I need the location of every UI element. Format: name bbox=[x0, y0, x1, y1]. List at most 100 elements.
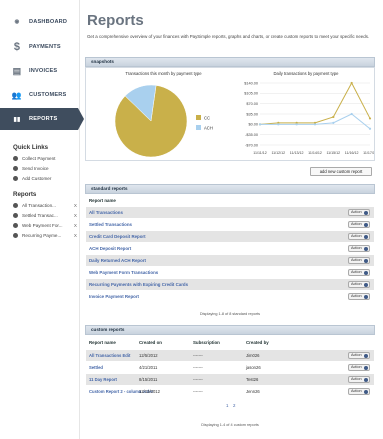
action-button[interactable]: Action bbox=[348, 245, 370, 252]
nav-dashboard[interactable]: ◉ DASHBOARD bbox=[0, 11, 78, 33]
x-tick-label: 11/14/12 bbox=[308, 151, 322, 155]
table-row[interactable]: Settled Transactions Action bbox=[86, 219, 374, 230]
close-icon[interactable]: X bbox=[74, 223, 77, 228]
quick-link-send-invoice[interactable]: Send Invoice bbox=[13, 166, 77, 171]
table-row[interactable]: Custom Report 2 - column order 12/13/2012… bbox=[86, 386, 374, 397]
chevron-down-icon bbox=[364, 247, 368, 251]
pager-page-2[interactable]: 2 bbox=[233, 403, 235, 408]
chevron-down-icon bbox=[364, 235, 368, 239]
nav-payments[interactable]: $ PAYMENTS bbox=[0, 36, 78, 58]
data-point-ach bbox=[368, 127, 372, 130]
side-report-label: Recurring Payme... bbox=[22, 233, 62, 238]
custom-report-name-link[interactable]: All Transactions Edit bbox=[89, 353, 130, 358]
line-chart-title: Daily transactions by payment type bbox=[273, 71, 339, 76]
created-by-cell: jason26 bbox=[246, 365, 261, 370]
side-report-label: All Transaction... bbox=[22, 203, 56, 208]
table-row[interactable]: All Transactions Edit 12/5/2012 ------- Jim… bbox=[86, 350, 374, 361]
side-report-item[interactable]: Recurring Payme... X bbox=[13, 233, 77, 238]
bullet-icon bbox=[13, 156, 18, 161]
action-button[interactable]: Action bbox=[348, 388, 370, 395]
data-point-ach bbox=[313, 123, 317, 126]
close-icon[interactable]: X bbox=[74, 213, 77, 218]
custom-reports-header: custom reports bbox=[85, 325, 375, 335]
report-name-link[interactable]: Web Payment Form Transactions bbox=[89, 270, 158, 275]
quick-link-label: Add Customer bbox=[22, 176, 52, 181]
quick-link-collect-payment[interactable]: Collect Payment bbox=[13, 156, 77, 161]
data-point-cc bbox=[368, 117, 372, 120]
dashboard-icon: ◉ bbox=[14, 19, 20, 25]
report-name-link[interactable]: Credit Card Deposit Report bbox=[89, 234, 146, 239]
action-button[interactable]: Action bbox=[348, 293, 370, 300]
action-label: Action bbox=[351, 222, 362, 226]
custom-report-name-link[interactable]: 11 Day Report bbox=[89, 377, 117, 382]
quick-link-add-customer[interactable]: Add Customer bbox=[13, 176, 77, 181]
custom-report-name-link[interactable]: Settled bbox=[89, 365, 103, 370]
side-report-item[interactable]: Settled Transac... X bbox=[13, 213, 77, 218]
action-button[interactable]: Action bbox=[348, 376, 370, 383]
report-name-link[interactable]: Invoice Payment Report bbox=[89, 294, 139, 299]
table-row[interactable]: Recurring Payments with Expiring Credit … bbox=[86, 279, 374, 290]
side-report-label: Settled Transac... bbox=[22, 213, 58, 218]
table-row[interactable]: Credit Card Deposit Report Action bbox=[86, 231, 374, 242]
chevron-down-icon bbox=[364, 378, 368, 382]
add-custom-report-button[interactable]: add new custom report bbox=[310, 167, 372, 176]
table-row[interactable]: ACH Deposit Report Action bbox=[86, 243, 374, 254]
side-report-item[interactable]: All Transaction... X bbox=[13, 203, 77, 208]
action-button[interactable]: Action bbox=[348, 209, 370, 216]
y-tick-label: $140.00 bbox=[244, 81, 258, 85]
created-by-cell: Test26 bbox=[246, 377, 259, 382]
action-label: Action bbox=[351, 282, 362, 286]
x-tick-label: 11/15/12 bbox=[326, 151, 340, 155]
side-report-label: Web Payment For... bbox=[22, 223, 63, 228]
action-button[interactable]: Action bbox=[348, 257, 370, 264]
nav-reports-label: REPORTS bbox=[29, 116, 58, 122]
bullet-icon bbox=[13, 203, 18, 208]
chevron-down-icon bbox=[364, 271, 368, 275]
table-row[interactable]: 11 Day Report 8/15/2011 ------- Test26 Actio… bbox=[86, 374, 374, 385]
x-tick-label: 11/12/12 bbox=[271, 151, 285, 155]
report-name-link[interactable]: Daily Returned ACH Report bbox=[89, 258, 146, 263]
y-tick-label: $35.00 bbox=[246, 112, 258, 116]
page-title: Reports bbox=[87, 12, 144, 29]
action-button[interactable]: Action bbox=[348, 281, 370, 288]
close-icon[interactable]: X bbox=[74, 203, 77, 208]
invoice-icon: ▤ bbox=[12, 65, 22, 76]
report-name-link[interactable]: ACH Deposit Report bbox=[89, 246, 131, 251]
nav-customers-label: CUSTOMERS bbox=[29, 92, 67, 98]
action-button[interactable]: Action bbox=[348, 221, 370, 228]
report-name-link[interactable]: Recurring Payments with Expiring Credit … bbox=[89, 282, 188, 287]
nav-invoices[interactable]: ▤ INVOICES bbox=[0, 60, 78, 82]
table-row[interactable]: All Transactions Action bbox=[86, 207, 374, 218]
report-name-link[interactable]: Settled Transactions bbox=[89, 222, 132, 227]
legend-swatch-cc bbox=[196, 115, 201, 120]
action-label: Action bbox=[351, 294, 362, 298]
custom-reports-footer: Displaying 1-4 of 4 custom reports bbox=[201, 423, 259, 427]
table-row[interactable]: Web Payment Form Transactions Action bbox=[86, 267, 374, 278]
table-row[interactable]: Invoice Payment Report Action bbox=[86, 291, 374, 302]
report-name-link[interactable]: All Transactions bbox=[89, 210, 123, 215]
nav-reports[interactable]: ▮▮ REPORTS bbox=[0, 108, 84, 130]
pager-page-1[interactable]: 1 bbox=[226, 403, 228, 408]
action-button[interactable]: Action bbox=[348, 364, 370, 371]
created-on-cell: 12/13/2012 bbox=[139, 389, 160, 394]
table-row[interactable]: Settled 4/21/2011 ------- jason26 Action bbox=[86, 362, 374, 373]
nav-payments-label: PAYMENTS bbox=[29, 44, 61, 50]
x-tick-label: 11/17/12 bbox=[363, 151, 374, 155]
reports-icon: ▮▮ bbox=[13, 116, 21, 123]
data-point-ach bbox=[332, 121, 335, 124]
subscription-cell: ------- bbox=[193, 365, 203, 370]
created-by-cell: Jim026 bbox=[246, 353, 260, 358]
nav-customers[interactable]: 👥 CUSTOMERS bbox=[0, 84, 78, 106]
snapshots-header: snapshots bbox=[85, 57, 375, 67]
subscription-cell: ------- bbox=[193, 389, 203, 394]
data-point-ach bbox=[258, 123, 262, 126]
y-tick-label: -$35.00 bbox=[245, 133, 258, 137]
action-button[interactable]: Action bbox=[348, 352, 370, 359]
data-point-ach bbox=[350, 112, 353, 116]
side-report-item[interactable]: Web Payment For... X bbox=[13, 223, 77, 228]
table-row[interactable]: Daily Returned ACH Report Action bbox=[86, 255, 374, 266]
action-button[interactable]: Action bbox=[348, 233, 370, 240]
action-button[interactable]: Action bbox=[348, 269, 370, 276]
close-icon[interactable]: X bbox=[74, 233, 77, 238]
subscription-cell: ------- bbox=[193, 377, 203, 382]
